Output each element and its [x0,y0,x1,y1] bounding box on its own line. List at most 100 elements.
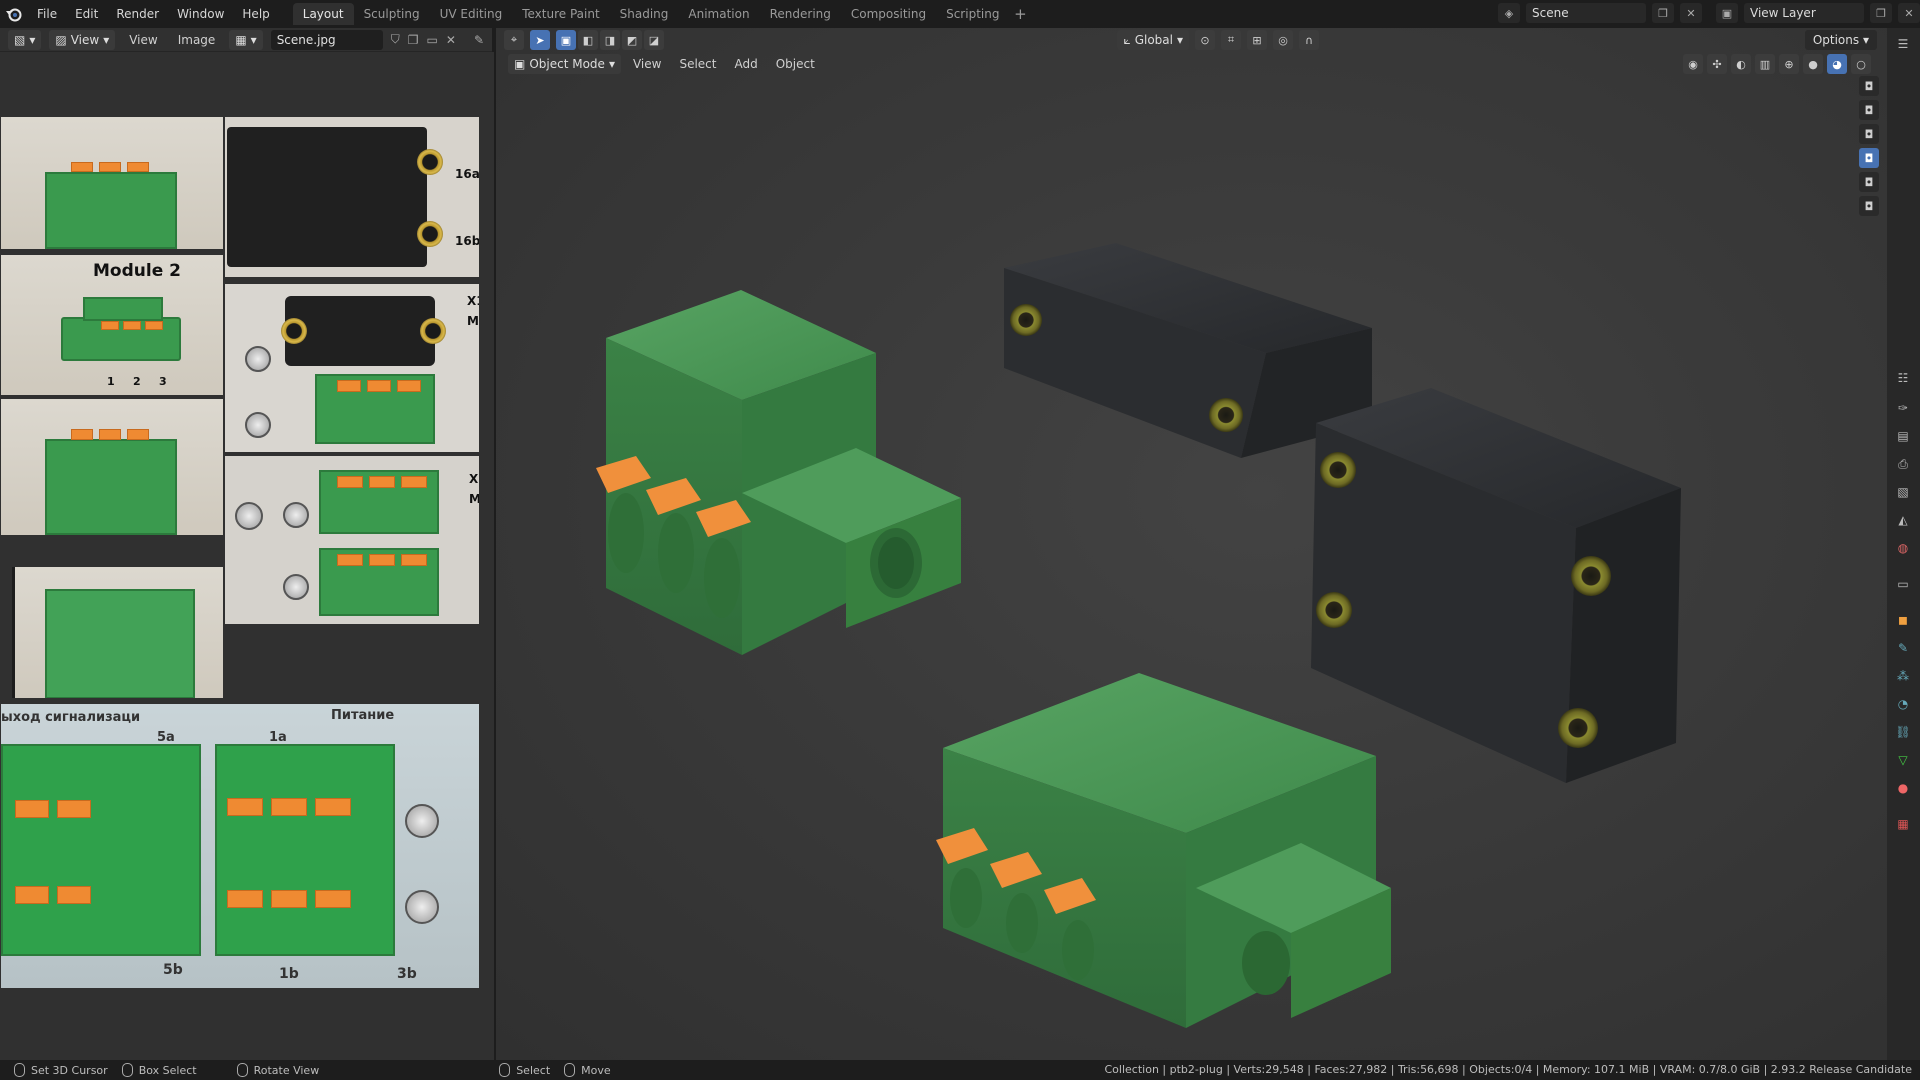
label-x2: X [469,472,479,486]
blender-logo-icon[interactable] [0,0,28,28]
scene-statistics: Collection | ptb2-plug | Verts:29,548 | … [1104,1063,1913,1076]
menu-help[interactable]: Help [233,3,278,25]
reference-photo-panel-2: X M [225,456,479,624]
mouse-move-icon [564,1063,576,1077]
properties-header-icon[interactable]: ☷ [1893,368,1913,388]
view-mode-label: View [70,32,100,47]
reference-photo-plug-back [12,567,223,698]
menu-render[interactable]: Render [107,3,168,25]
view-layer-properties-icon[interactable]: ▧ [1893,482,1913,502]
dark-socket-model-2[interactable] [1311,388,1681,783]
label-pin-3: 3 [159,375,167,388]
render-properties-icon[interactable]: ▤ [1893,426,1913,446]
image-name-field[interactable]: Scene.jpg [270,29,383,50]
data-properties-icon[interactable]: ▽ [1893,750,1913,770]
status-bar: Set 3D Cursor Box Select Rotate View Sel… [0,1060,1920,1080]
modifier-properties-icon[interactable]: ✎ [1893,638,1913,658]
green-plug-model-2[interactable] [936,673,1391,1028]
duplicate-image-icon[interactable]: ❐ [408,33,419,47]
object-properties-icon[interactable]: ◼ [1893,610,1913,630]
reference-photo-plug-front [1,399,223,535]
scene-name-field[interactable]: Scene [1526,3,1646,23]
fake-user-shield-icon[interactable]: ⛉ [391,32,400,47]
set-cursor-label: Set 3D Cursor [31,1063,108,1077]
label-pin-2: 2 [133,375,141,388]
image-editor-icon: ▧ [14,32,26,47]
scene-properties-icon[interactable]: ◭ [1893,510,1913,530]
reference-photo-plug-top [1,117,223,249]
status-move: Move [564,1063,611,1077]
view-layer-icon[interactable]: ▣ [1716,3,1738,23]
label-1a: 1a [269,730,287,745]
scene-close-icon[interactable]: ✕ [1680,3,1702,23]
label-m1: M [467,314,479,328]
view-mode-dropdown[interactable]: ▨ View ▾ [49,29,116,50]
image-editor: ▧ ▾ ▨ View ▾ View Image ▦ ▾ Scene.jpg ⛉ ❐ ▭ … [0,28,494,1060]
label-16b: 16b [455,234,479,248]
reference-photo-socket: 16a 16b [225,117,479,277]
label-signal-output: ыход сигнализаци [1,710,141,725]
material-properties-icon[interactable]: ● [1893,778,1913,798]
menu-file[interactable]: File [28,3,66,25]
tab-shading[interactable]: Shading [610,3,679,25]
tab-sculpting[interactable]: Sculpting [354,3,430,25]
label-x1: X1 [467,294,479,308]
output-properties-icon[interactable]: ⎙ [1893,454,1913,474]
browse-image-button[interactable]: ▦ ▾ [229,29,263,50]
image-editor-header: ▧ ▾ ▨ View ▾ View Image ▦ ▾ Scene.jpg ⛉ ❐ ▭ … [0,28,492,52]
tab-rendering[interactable]: Rendering [760,3,841,25]
workspace-tabs: Layout Sculpting UV Editing Texture Pain… [292,3,1032,25]
image-browse-icon: ▦ [235,32,247,47]
particles-properties-icon[interactable]: ⁂ [1893,666,1913,686]
mouse-left-icon [14,1063,25,1077]
tab-uv-editing[interactable]: UV Editing [430,3,513,25]
physics-properties-icon[interactable]: ◔ [1893,694,1913,714]
chevron-down-icon: ▾ [103,32,110,47]
properties-editor-icon[interactable]: ☰ [1893,34,1913,54]
label-16a: 16a [455,167,479,181]
mouse-middle-icon [236,1063,248,1077]
menu-image[interactable]: Image [172,30,222,50]
menu-window[interactable]: Window [168,3,233,25]
view-layer-field[interactable]: View Layer [1744,3,1864,23]
pin-icon[interactable]: ✎ [474,33,484,47]
mouse-drag-icon [121,1063,133,1077]
menu-view[interactable]: View [123,30,163,50]
view-layer-close-icon[interactable]: ✕ [1898,3,1920,23]
select-label: Select [516,1063,551,1077]
texture-properties-icon[interactable]: ▦ [1893,814,1913,834]
world-properties-icon[interactable]: ◍ [1893,538,1913,558]
unlink-image-icon[interactable]: ✕ [446,33,456,47]
image-icon: ▨ [55,32,67,47]
reference-photo-module: Module 2 1 2 3 [1,255,223,395]
image-canvas[interactable]: 16a 16b Module 2 1 2 3 X1 M [0,52,494,1060]
3d-viewport[interactable]: ⌖ ➤ ▣ ◧ ◨ ◩ ◪ ⟀ Global ▾ ⊙ ⌗ ⊞ ◎ ∩ ▣ Object… [496,28,1887,1060]
tab-animation[interactable]: Animation [678,3,759,25]
green-plug-model-1[interactable] [596,290,961,655]
scene-render [596,243,1681,1028]
chevron-down-icon: ▾ [29,32,36,47]
tab-layout[interactable]: Layout [292,3,354,25]
view-layer-copy-icon[interactable]: ❐ [1870,3,1892,23]
tab-texture-paint[interactable]: Texture Paint [512,3,609,25]
status-box-select: Box Select [121,1063,197,1077]
status-select: Select [499,1063,550,1077]
chevron-down-icon: ▾ [250,32,257,47]
collection-properties-icon[interactable]: ▭ [1893,574,1913,594]
label-1b: 1b [279,966,299,982]
move-label: Move [581,1063,611,1077]
constraints-properties-icon[interactable]: ⛓ [1893,722,1913,742]
reference-photo-panel-large: ыход сигнализаци Питание 5a 1a 5b 1b 3b [1,704,479,988]
status-rotate-view: Rotate View [236,1063,319,1077]
scene-selector-group: ◈ Scene ❐ ✕ ▣ View Layer ❐ ✕ [1498,3,1920,23]
scene-copy-icon[interactable]: ❐ [1652,3,1674,23]
scene-type-icon[interactable]: ◈ [1498,3,1520,23]
add-workspace-button[interactable]: + [1009,3,1031,25]
editor-type-dropdown[interactable]: ▧ ▾ [8,29,42,50]
tab-compositing[interactable]: Compositing [841,3,936,25]
tool-settings-icon[interactable]: ✑ [1893,398,1913,418]
menu-edit[interactable]: Edit [66,3,107,25]
properties-tab-strip: ☰ ☷ ✑ ▤ ⎙ ▧ ◭ ◍ ▭ ◼ ✎ ⁂ ◔ ⛓ ▽ ● ▦ [1887,28,1920,1060]
tab-scripting[interactable]: Scripting [936,3,1009,25]
open-image-folder-icon[interactable]: ▭ [427,33,438,47]
